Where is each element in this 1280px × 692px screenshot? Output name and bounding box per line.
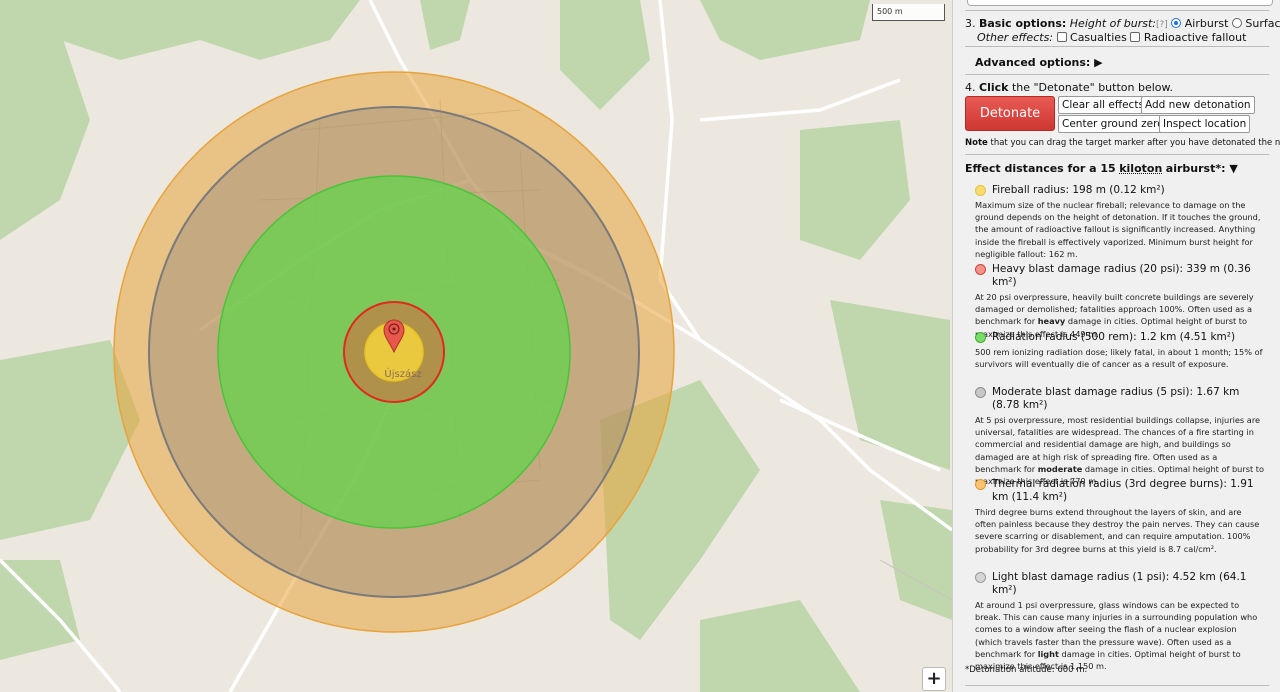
airburst-radio[interactable]	[1171, 18, 1182, 28]
note-row: Note that you can drag the target marker…	[965, 138, 1280, 148]
effect-radiation: Radiation radius (500 rem): 1.2 km (4.51…	[975, 331, 1265, 370]
add-new-detonation-button[interactable]: Add new detonation	[1141, 96, 1255, 114]
fallout-label[interactable]: Radioactive fallout	[1144, 31, 1247, 44]
effect-heading: Light blast damage radius (1 psi): 4.52 …	[975, 571, 1265, 597]
effect-desc-bold: heavy	[1037, 316, 1066, 327]
casualties-label[interactable]: Casualties	[1070, 31, 1127, 44]
fireball-dot-icon	[975, 185, 986, 196]
effects-title-row[interactable]: Effect distances for a 15 kiloton airbur…	[965, 162, 1238, 175]
surface-radio[interactable]	[1231, 18, 1242, 28]
note-text: that you can drag the target marker afte…	[990, 138, 1280, 148]
step4-row: 4. Click the "Detonate" button below.	[965, 81, 1173, 94]
divider	[965, 10, 1269, 11]
effect-description: 500 rem ionizing radiation dose; likely …	[975, 347, 1263, 370]
effects-title-unit: kiloton	[1119, 162, 1163, 175]
note-bold: Note	[965, 138, 988, 148]
effect-heading: Moderate blast damage radius (5 psi): 1.…	[975, 386, 1265, 412]
help-link[interactable]: [?]	[1156, 20, 1168, 30]
effect-title: Radiation radius (500 rem): 1.2 km (4.51…	[992, 331, 1236, 343]
clear-all-effects-button[interactable]: Clear all effects	[1058, 96, 1148, 114]
heavy-blast-dot-icon	[975, 264, 986, 275]
airburst-label[interactable]: Airburst	[1185, 17, 1229, 30]
effect-title: Heavy blast damage radius (20 psi): 339 …	[992, 263, 1251, 288]
options-panel: 3. Basic options: Height of burst:[?] Ai…	[952, 0, 1280, 692]
effect-heading: Radiation radius (500 rem): 1.2 km (4.51…	[975, 331, 1265, 344]
effect-desc-bold: moderate	[1037, 463, 1083, 474]
step4-text: the "Detonate" button below.	[1011, 81, 1173, 94]
effect-moderate-blast: Moderate blast damage radius (5 psi): 1.…	[975, 386, 1265, 487]
casualties-checkbox[interactable]	[1056, 32, 1067, 42]
map-canvas[interactable]: Újszász	[0, 0, 952, 692]
effect-title: Light blast damage radius (1 psi): 4.52 …	[992, 571, 1247, 596]
other-effects-label: Other effects:	[977, 31, 1054, 44]
step3-number: 3.	[965, 17, 976, 30]
thermal-dot-icon	[975, 479, 986, 490]
divider	[965, 46, 1269, 47]
other-effects-row: Other effects: Casualties Radioactive fa…	[977, 31, 1246, 44]
light-blast-dot-icon	[975, 572, 986, 583]
town-label: Újszász	[384, 367, 421, 380]
detonation-altitude-footnote: *Detonation altitude: 600 m.	[965, 665, 1088, 675]
divider	[965, 685, 1269, 686]
map-scale-bar: 500 m	[872, 4, 945, 21]
effect-description: At 5 psi overpressure, most residential …	[975, 414, 1265, 487]
divider	[965, 74, 1269, 75]
effect-description: At around 1 psi overpressure, glass wind…	[975, 599, 1265, 672]
effect-heading: Heavy blast damage radius (20 psi): 339 …	[975, 263, 1265, 289]
effect-desc-bold: light	[1037, 648, 1059, 659]
step4-number: 4.	[965, 81, 976, 94]
divider	[965, 154, 1269, 155]
inspect-location-button[interactable]: Inspect location	[1159, 115, 1251, 133]
radiation-dot-icon	[975, 332, 986, 343]
effect-thermal: Thermal radiation radius (3rd degree bur…	[975, 478, 1265, 555]
basic-options-title: Basic options:	[979, 17, 1067, 30]
effects-title-suffix[interactable]: airburst*: ▼	[1166, 162, 1238, 175]
map-area[interactable]: Újszász 500 m +	[0, 0, 952, 692]
effect-fireball: Fireball radius: 198 m (0.12 km²) Maximu…	[975, 184, 1265, 260]
effect-title: Fireball radius: 198 m (0.12 km²)	[992, 184, 1165, 196]
effect-description: Third degree burns extend throughout the…	[975, 507, 1260, 554]
effects-title-prefix: Effect distances for a 15	[965, 162, 1116, 175]
basic-options-row: 3. Basic options: Height of burst:[?] Ai…	[965, 17, 1280, 30]
surface-label[interactable]: Surface	[1245, 17, 1280, 30]
effect-light-blast: Light blast damage radius (1 psi): 4.52 …	[975, 571, 1265, 672]
detonate-button[interactable]: Detonate	[965, 96, 1055, 131]
effect-heading: Fireball radius: 198 m (0.12 km²)	[975, 184, 1265, 197]
effect-title: Moderate blast damage radius (5 psi): 1.…	[992, 386, 1240, 411]
zoom-in-button[interactable]: +	[922, 667, 946, 691]
effect-description: Maximum size of the nuclear fireball; re…	[975, 200, 1261, 259]
location-input[interactable]	[967, 0, 1273, 6]
height-of-burst-label: Height of burst:	[1069, 17, 1156, 30]
effect-title: Thermal radiation radius (3rd degree bur…	[992, 478, 1254, 503]
advanced-options-label[interactable]: Advanced options: ▶	[975, 56, 1103, 69]
advanced-options-toggle[interactable]: Advanced options: ▶	[975, 56, 1103, 69]
fallout-checkbox[interactable]	[1130, 32, 1141, 42]
scale-label: 500 m	[877, 7, 903, 16]
moderate-blast-dot-icon	[975, 387, 986, 398]
center-ground-zero-button[interactable]: Center ground zero	[1058, 115, 1168, 133]
effect-heading: Thermal radiation radius (3rd degree bur…	[975, 478, 1265, 504]
effect-heavy-blast: Heavy blast damage radius (20 psi): 339 …	[975, 263, 1265, 340]
step4-click: Click	[979, 81, 1009, 94]
